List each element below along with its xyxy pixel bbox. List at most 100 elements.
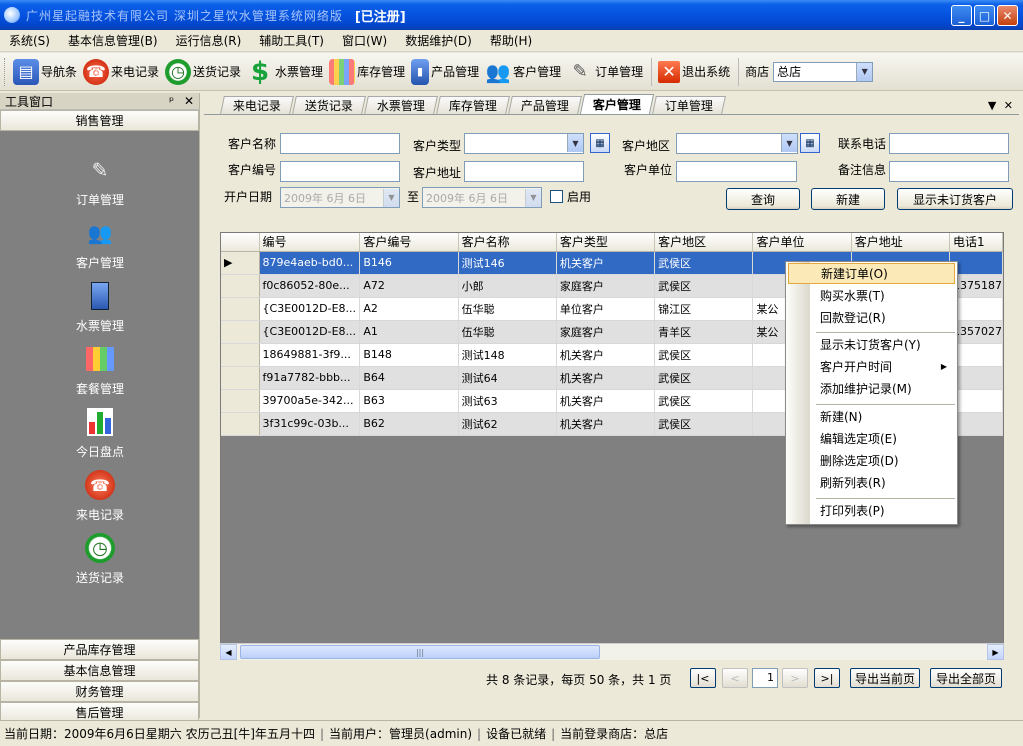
toolbar-customer-button[interactable]: 👥 客户管理 (483, 56, 565, 88)
menu-show-no-order-customers[interactable]: 显示未订货客户(Y) (788, 334, 955, 355)
next-page-button[interactable]: > (782, 668, 808, 688)
horizontal-scrollbar[interactable]: ◀ ||| ▶ (220, 643, 1004, 660)
customer-type-select[interactable]: ▼ (464, 133, 584, 154)
menu-window[interactable]: 窗口(W) (333, 32, 396, 49)
tab-order[interactable]: 订单管理 (652, 96, 727, 114)
nav-today-inventory[interactable]: 今日盘点 (0, 405, 200, 460)
col-id[interactable]: 编号 (259, 233, 361, 252)
group-finance[interactable]: 财务管理 (0, 681, 199, 702)
maximize-button[interactable]: □ (974, 5, 995, 26)
export-current-page-button[interactable]: 导出当前页 (850, 668, 920, 688)
nav-package-management[interactable]: 套餐管理 (0, 342, 200, 397)
tab-product[interactable]: 产品管理 (508, 96, 582, 114)
menu-runtime-info[interactable]: 运行信息(R) (167, 32, 251, 49)
nav-order-management[interactable]: ✎ 订单管理 (0, 153, 200, 208)
menu-tools[interactable]: 辅助工具(T) (250, 32, 333, 49)
close-tab-icon[interactable]: ✕ (1004, 99, 1013, 112)
phone-input[interactable] (889, 133, 1009, 154)
tab-delivery-record[interactable]: 送货记录 (292, 96, 366, 114)
col-customer-name[interactable]: 客户名称 (458, 233, 557, 252)
row-header[interactable] (221, 274, 260, 298)
group-product-inventory[interactable]: 产品库存管理 (0, 639, 199, 660)
menu-basic-info[interactable]: 基本信息管理(B) (59, 32, 167, 49)
customer-unit-input[interactable] (676, 161, 797, 182)
enable-checkbox[interactable] (550, 190, 563, 203)
remark-input[interactable] (889, 161, 1009, 182)
show-no-order-customers-button[interactable]: 显示未订货客户 (897, 188, 1013, 210)
chevron-down-icon[interactable]: ▼ (856, 62, 873, 81)
menu-new-order[interactable]: 新建订单(O) (788, 263, 955, 284)
customer-region-picker-icon[interactable]: ▦ (800, 133, 820, 153)
page-number-input[interactable]: 1 (752, 668, 778, 688)
col-phone1[interactable]: 电话1 (949, 233, 1003, 252)
customer-type-picker-icon[interactable]: ▦ (590, 133, 610, 153)
row-header[interactable] (221, 297, 260, 321)
customer-address-input[interactable] (464, 161, 584, 182)
col-customer-type[interactable]: 客户类型 (556, 233, 656, 252)
nav-call-record[interactable]: ☎ 来电记录 (0, 468, 200, 523)
close-icon[interactable]: ✕ (184, 94, 194, 108)
customer-name-input[interactable] (280, 133, 400, 154)
toolbar-order-button[interactable]: ✎ 订单管理 (565, 56, 647, 88)
pin-icon[interactable]: ᵖ (169, 94, 174, 108)
toolbar-inventory-button[interactable]: 库存管理 (327, 56, 409, 88)
tab-customer[interactable]: 客户管理 (579, 94, 655, 114)
group-sales-management[interactable]: 销售管理 (0, 110, 199, 131)
row-header[interactable] (221, 366, 260, 390)
prev-page-button[interactable]: < (722, 668, 748, 688)
tab-water-ticket[interactable]: 水票管理 (364, 96, 438, 114)
menu-refresh-list[interactable]: 刷新列表(R) (788, 472, 955, 493)
first-page-button[interactable]: |< (690, 668, 716, 688)
tab-list-icon[interactable]: ▼ (988, 99, 996, 112)
toolbar-grip[interactable] (4, 57, 7, 86)
menu-customer-open-time[interactable]: 客户开户时间 ▶ (788, 356, 955, 377)
nav-delivery-record[interactable]: ◷ 送货记录 (0, 531, 200, 586)
col-customer-address[interactable]: 客户地址 (851, 233, 950, 252)
menu-buy-water-ticket[interactable]: 购买水票(T) (788, 285, 955, 306)
menu-print-list[interactable]: 打印列表(P) (788, 500, 955, 521)
customer-no-input[interactable] (280, 161, 400, 182)
tab-inventory[interactable]: 库存管理 (436, 96, 510, 114)
toolbar-exit-button[interactable]: ✕ 退出系统 (656, 56, 734, 88)
chevron-down-icon[interactable]: ▼ (781, 134, 797, 152)
last-page-button[interactable]: >| (814, 668, 840, 688)
menu-new[interactable]: 新建(N) (788, 406, 955, 427)
nav-customer-management[interactable]: 👥 客户管理 (0, 216, 200, 271)
chevron-down-icon[interactable]: ▼ (567, 134, 583, 152)
menu-help[interactable]: 帮助(H) (481, 32, 541, 49)
group-basic-info[interactable]: 基本信息管理 (0, 660, 199, 681)
menu-payment-register[interactable]: 回款登记(R) (788, 307, 955, 328)
menu-data-maintenance[interactable]: 数据维护(D) (396, 32, 481, 49)
menu-edit-selected[interactable]: 编辑选定项(E) (788, 428, 955, 449)
scrollbar-thumb[interactable]: ||| (240, 645, 600, 659)
toolbar-water-ticket-button[interactable]: $ 水票管理 (245, 56, 327, 88)
row-header[interactable] (221, 343, 260, 367)
date-to-picker[interactable]: 2009年 6月 6日 ▼ (422, 187, 542, 208)
col-customer-unit[interactable]: 客户单位 (752, 233, 852, 252)
row-selector-icon[interactable]: ▶ (221, 251, 260, 275)
toolbar-call-record-button[interactable]: ☎ 来电记录 (81, 56, 163, 88)
col-customer-region[interactable]: 客户地区 (654, 233, 754, 252)
toolbar-product-button[interactable]: ▮ 产品管理 (409, 56, 483, 88)
shop-select[interactable]: 总店 ▼ (773, 61, 874, 82)
row-header[interactable] (221, 320, 260, 344)
app-icon[interactable] (4, 7, 20, 23)
date-from-picker[interactable]: 2009年 6月 6日 ▼ (280, 187, 400, 208)
tab-call-record[interactable]: 来电记录 (220, 96, 294, 114)
row-header[interactable] (221, 412, 260, 436)
new-customer-button[interactable]: 新建 (811, 188, 885, 210)
chevron-down-icon[interactable]: ▼ (383, 188, 399, 207)
toolbar-delivery-record-button[interactable]: ◷ 送货记录 (163, 56, 245, 88)
nav-water-ticket[interactable]: 水票管理 (0, 279, 200, 334)
export-all-pages-button[interactable]: 导出全部页 (930, 668, 1002, 688)
chevron-down-icon[interactable]: ▼ (525, 188, 541, 207)
menu-add-maintenance-record[interactable]: 添加维护记录(M) (788, 378, 955, 399)
scroll-right-icon[interactable]: ▶ (987, 644, 1004, 660)
toolbar-navigation-button[interactable]: ▤ 导航条 (11, 56, 81, 88)
col-customer-no[interactable]: 客户编号 (359, 233, 459, 252)
minimize-button[interactable]: _ (951, 5, 972, 26)
scroll-left-icon[interactable]: ◀ (220, 644, 237, 660)
row-header[interactable] (221, 389, 260, 413)
menu-delete-selected[interactable]: 删除选定项(D) (788, 450, 955, 471)
query-button[interactable]: 查询 (726, 188, 800, 210)
